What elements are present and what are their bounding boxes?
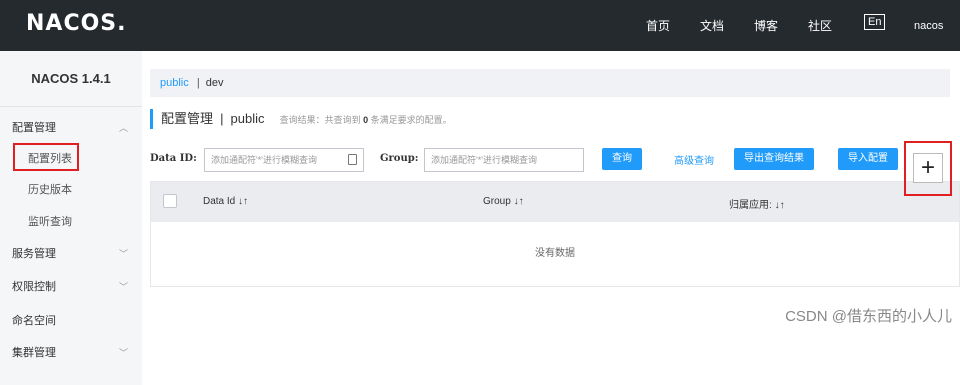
sidebar-item-history[interactable]: 历史版本 — [0, 176, 142, 204]
chevron-down-icon: ﹀ — [118, 282, 128, 292]
empty-table-message: 没有数据 — [535, 248, 575, 259]
sidebar-item-label: 配置管理 — [12, 122, 56, 134]
group-input[interactable]: 添加通配符'*'进行模糊查询 — [424, 148, 584, 172]
namespace-separator: | — [196, 77, 200, 89]
page-title: 配置管理 — [161, 111, 214, 126]
sidebar-item-access-control[interactable]: 权限控制 ﹀ — [0, 273, 142, 301]
sidebar-item-label: 集群管理 — [12, 347, 56, 359]
page-namespace: public — [230, 111, 265, 126]
sidebar: NACOS 1.4.1 配置管理 ︿ 配置列表 历史版本 监听查询 服务管理 ﹀… — [0, 51, 142, 385]
sidebar-item-label: 历史版本 — [28, 184, 72, 196]
clipboard-icon[interactable] — [348, 154, 357, 165]
sidebar-item-cluster-management[interactable]: 集群管理 ﹀ — [0, 339, 142, 367]
config-table: Data Id ↓↑ Group ↓↑ 归属应用: ↓↑ 没有数据 — [150, 181, 960, 287]
nav-blog[interactable]: 博客 — [754, 17, 778, 34]
nav-docs[interactable]: 文档 — [700, 17, 724, 34]
nav-community[interactable]: 社区 — [808, 17, 832, 34]
column-app[interactable]: 归属应用: ↓↑ — [729, 196, 785, 211]
advanced-query-link[interactable]: 高级查询 — [674, 152, 714, 167]
sidebar-item-config-management[interactable]: 配置管理 ︿ — [0, 114, 142, 142]
table-header: Data Id ↓↑ Group ↓↑ 归属应用: ↓↑ — [151, 182, 959, 222]
top-navbar: NACOS. 首页 文档 博客 社区 En nacos — [0, 0, 960, 51]
dataid-label: Data ID: — [150, 153, 197, 164]
language-toggle[interactable]: En — [864, 14, 886, 30]
sort-icon: ↓↑ — [774, 200, 785, 211]
sidebar-item-label: 服务管理 — [12, 248, 56, 260]
sidebar-item-listener-query[interactable]: 监听查询 — [0, 208, 142, 236]
query-result-hint: 查询结果：共查询到 0 条满足要求的配置。 — [279, 115, 452, 125]
query-button[interactable]: 查询 — [602, 148, 642, 170]
dataid-input[interactable]: 添加通配符'*'进行模糊查询 — [204, 148, 364, 172]
main-content: public | dev 配置管理 | public 查询结果：共查询到 0 条… — [142, 51, 960, 385]
chevron-up-icon: ︿ — [118, 123, 128, 133]
user-name[interactable]: nacos — [914, 20, 943, 32]
export-results-button[interactable]: 导出查询结果 — [734, 148, 814, 170]
sort-icon: ↓↑ — [513, 196, 524, 207]
add-config-button[interactable]: + — [913, 153, 943, 183]
highlight-box-config-list — [13, 143, 79, 171]
namespace-public[interactable]: public — [160, 77, 189, 89]
namespace-bar: public | dev — [150, 69, 950, 97]
sidebar-item-label: 命名空间 — [12, 315, 56, 327]
chevron-down-icon: ﹀ — [118, 348, 128, 358]
import-config-button[interactable]: 导入配置 — [838, 148, 898, 170]
select-all-checkbox[interactable] — [163, 194, 177, 208]
group-label: Group: — [380, 153, 419, 164]
sort-icon: ↓↑ — [238, 196, 249, 207]
search-row: Data ID: 添加通配符'*'进行模糊查询 Group: 添加通配符'*'进… — [150, 148, 960, 172]
nacos-logo[interactable]: NACOS. — [26, 11, 127, 36]
sidebar-item-service-management[interactable]: 服务管理 ﹀ — [0, 240, 142, 268]
sidebar-title: NACOS 1.4.1 — [0, 51, 142, 107]
watermark: CSDN @借东西的小人儿 — [785, 308, 952, 325]
nav-home[interactable]: 首页 — [646, 17, 670, 34]
highlight-box-add: + — [904, 141, 952, 196]
sidebar-item-namespace[interactable]: 命名空间 — [0, 307, 142, 335]
page-title-separator: | — [220, 111, 224, 126]
column-data-id[interactable]: Data Id ↓↑ — [203, 196, 248, 207]
namespace-dev[interactable]: dev — [206, 77, 224, 89]
sidebar-item-label: 权限控制 — [12, 281, 56, 293]
chevron-down-icon: ﹀ — [118, 249, 128, 259]
column-group[interactable]: Group ↓↑ — [483, 196, 524, 207]
page-header: 配置管理 | public 查询结果：共查询到 0 条满足要求的配置。 — [150, 109, 452, 129]
sidebar-item-label: 监听查询 — [28, 216, 72, 228]
